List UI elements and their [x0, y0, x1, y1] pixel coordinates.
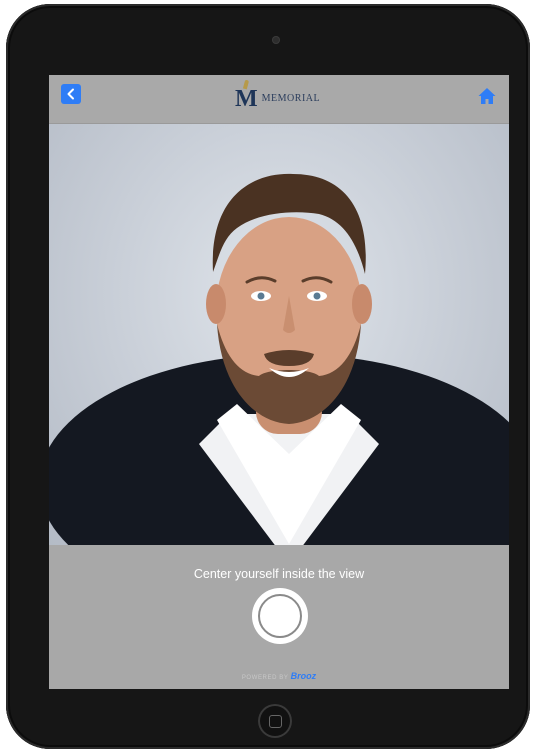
powered-by: POWERED BY Brooz	[49, 671, 509, 681]
back-button[interactable]	[61, 84, 81, 104]
camera-preview	[49, 124, 509, 545]
camera-lens-icon	[272, 36, 280, 44]
shutter-icon	[258, 594, 302, 638]
powered-brand: Brooz	[290, 671, 317, 681]
home-button[interactable]	[477, 86, 497, 106]
shutter-button[interactable]	[255, 591, 305, 641]
instruction-text: Center yourself inside the view	[193, 567, 365, 581]
brand-initial: M	[235, 79, 258, 111]
capture-panel: Center yourself inside the view POWERED …	[49, 545, 509, 689]
chevron-left-icon	[67, 88, 74, 100]
home-button-icon[interactable]	[258, 704, 292, 738]
brand-logo: M MEMORIAL	[235, 79, 321, 111]
portrait-illustration	[49, 173, 509, 545]
brand-name: MEMORIAL	[261, 93, 321, 104]
powered-prefix: POWERED BY	[241, 675, 291, 681]
app-screen: M MEMORIAL Center yourself inside the vi…	[49, 75, 509, 689]
nav-bar: M MEMORIAL	[49, 75, 509, 124]
tablet-frame: M MEMORIAL Center yourself inside the vi…	[6, 4, 530, 749]
house-icon	[478, 88, 496, 104]
